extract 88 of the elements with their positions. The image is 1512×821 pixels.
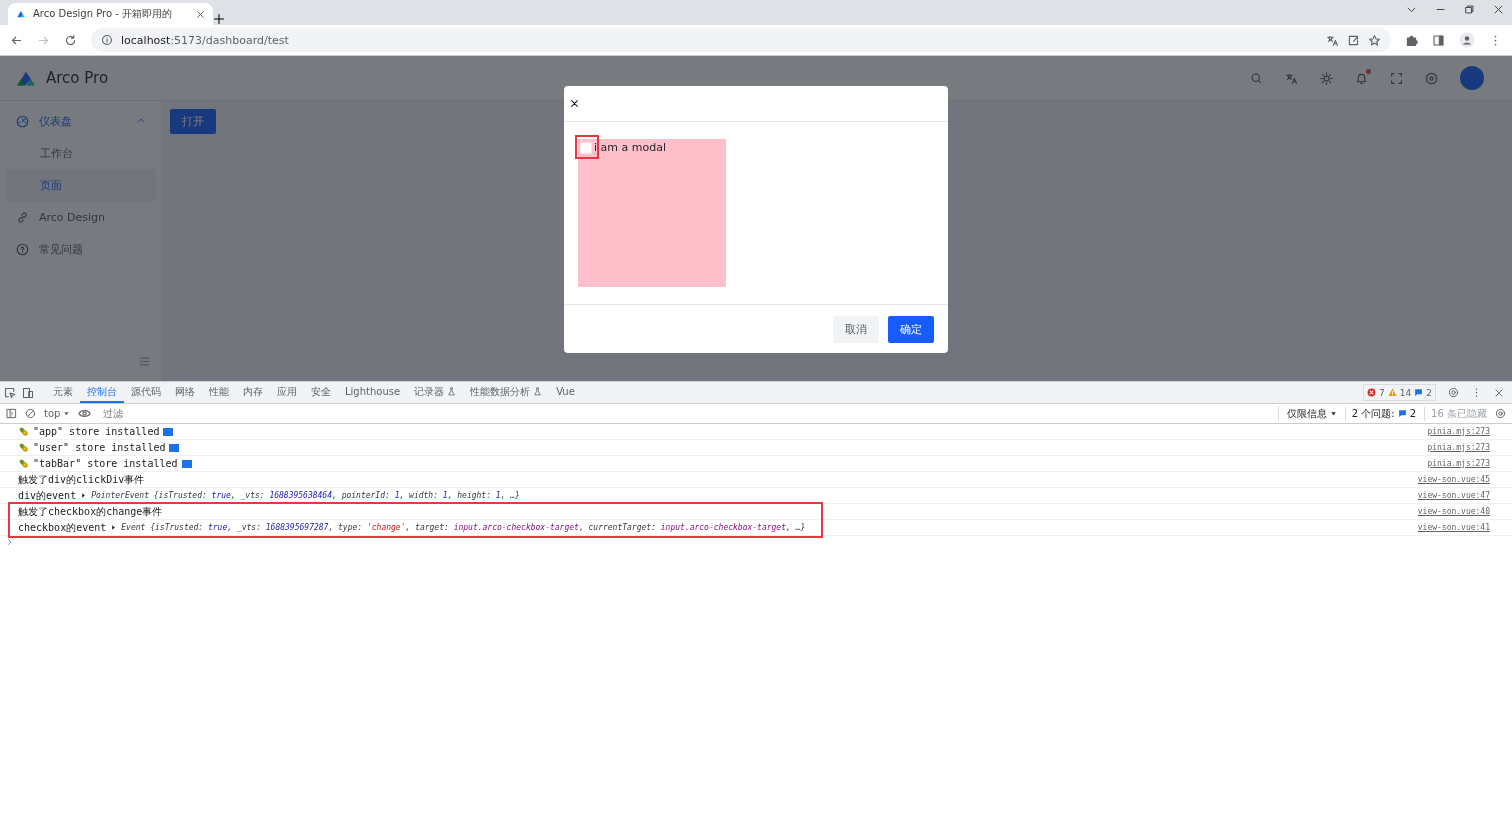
pineapple-icon: [18, 442, 29, 453]
close-icon[interactable]: [1493, 4, 1504, 15]
issues-button[interactable]: 2 个问题: 2: [1344, 406, 1417, 421]
bell-icon: [1355, 71, 1368, 85]
devtools-tab[interactable]: Vue: [549, 382, 582, 403]
clear-console-icon[interactable]: [25, 408, 36, 419]
pineapple-icon: [18, 458, 29, 469]
dashboard-icon: [16, 114, 29, 128]
sidebar-toggle-icon[interactable]: [6, 408, 17, 419]
source-link[interactable]: view-son.vue:41: [1417, 523, 1490, 532]
hidden-count: 16 条已隐藏: [1424, 406, 1487, 421]
info-icon: [101, 34, 113, 46]
vue-badge-icon: [169, 443, 180, 452]
devtools-tab[interactable]: 内存: [236, 382, 270, 403]
devtools-tab[interactable]: 元素: [46, 382, 80, 403]
translate-icon[interactable]: [1285, 71, 1298, 85]
source-link[interactable]: view-son.vue:45: [1417, 475, 1490, 484]
translate-icon[interactable]: [1326, 33, 1339, 47]
profile-icon[interactable]: [1459, 32, 1475, 48]
settings-icon[interactable]: [1495, 408, 1506, 419]
flask-icon: [447, 387, 457, 396]
log-message: "app" store installed: [33, 426, 160, 437]
source-link[interactable]: pinia.mjs:273: [1427, 443, 1490, 452]
error-icon: [1367, 388, 1377, 397]
log-message: "tabBar" store installed: [33, 458, 178, 469]
eye-icon[interactable]: [78, 407, 92, 420]
devtools-tab[interactable]: Lighthouse: [338, 382, 408, 403]
fullscreen-icon[interactable]: [1390, 71, 1403, 85]
log-message: 触发了checkbox的change事件: [18, 504, 163, 519]
warning-icon: [1387, 388, 1397, 397]
cancel-button[interactable]: 取消: [833, 315, 879, 343]
app-logo-text: Arco Pro: [46, 69, 109, 87]
sun-icon[interactable]: [1320, 71, 1333, 85]
devtools-tab[interactable]: 控制台: [80, 382, 124, 403]
context-selector[interactable]: top: [44, 408, 71, 419]
source-link[interactable]: pinia.mjs:273: [1427, 459, 1490, 468]
puzzle-icon[interactable]: [1405, 33, 1418, 47]
flask-icon: [533, 387, 543, 396]
notification-button[interactable]: [1355, 71, 1368, 85]
inspect-icon[interactable]: [4, 386, 16, 399]
log-label: checkbox的event: [18, 520, 107, 535]
star-icon[interactable]: [1368, 33, 1381, 47]
issue-counter[interactable]: 7 14 2: [1363, 384, 1436, 401]
browser-tab[interactable]: Arco Design Pro - 开箱即用的: [8, 3, 213, 25]
checkbox-label: i am a modal: [594, 141, 666, 154]
pineapple-icon: [18, 426, 29, 437]
vue-badge-icon: [163, 427, 174, 436]
vue-badge-icon: [181, 459, 192, 468]
source-link[interactable]: view-son.vue:47: [1417, 491, 1490, 500]
caret-icon: [63, 410, 71, 417]
devtools-tab[interactable]: 网络: [168, 382, 202, 403]
log-message: PointerEvent {isTrusted: true, _vts: 1688395638464, pointerId: 1, width: 1, height: 1, …}: [91, 491, 520, 500]
checkbox[interactable]: [580, 141, 592, 154]
close-icon[interactable]: [570, 99, 579, 108]
ok-button[interactable]: 确定: [888, 315, 934, 343]
help-icon: [16, 242, 29, 256]
address-bar[interactable]: localhost:5173/dashboard/test: [91, 28, 1391, 52]
log-levels-dropdown[interactable]: 仅限信息: [1286, 406, 1337, 421]
expand-arrow-icon[interactable]: [80, 492, 88, 499]
settings-icon[interactable]: [1425, 71, 1438, 85]
message-icon: [1397, 409, 1407, 418]
devtools-tab[interactable]: 性能数据分析: [463, 382, 550, 403]
chevron-up-icon: [136, 116, 146, 126]
reload-icon[interactable]: [64, 33, 77, 47]
settings-icon[interactable]: [1448, 387, 1459, 398]
restore-icon[interactable]: [1464, 4, 1475, 15]
log-message: 触发了div的clickDiv事件: [18, 472, 145, 487]
log-message: Event {isTrusted: true, _vts: 1688395697287, type: 'change', target: input.arco-checkbox-target, currentTarget: input.arco-checkbox-target, …}: [121, 523, 806, 532]
log-label: div的event: [18, 488, 77, 503]
message-icon: [1414, 388, 1424, 397]
caret-icon: [1329, 410, 1337, 417]
log-message: "user" store installed: [33, 442, 166, 453]
source-link[interactable]: view-son.vue:40: [1417, 507, 1490, 516]
devtools-tab[interactable]: 源代码: [124, 382, 168, 403]
devtools-tab[interactable]: 记录器: [407, 382, 464, 403]
link-icon: [16, 210, 29, 224]
share-icon[interactable]: [1347, 33, 1360, 47]
prompt-icon[interactable]: [6, 538, 14, 546]
source-link[interactable]: pinia.mjs:273: [1427, 427, 1490, 436]
devtools-tab[interactable]: 应用: [270, 382, 304, 403]
expand-arrow-icon[interactable]: [110, 524, 118, 531]
search-icon[interactable]: [1250, 71, 1263, 85]
device-toolbar-icon[interactable]: [22, 386, 34, 399]
new-tab-icon[interactable]: [213, 13, 225, 25]
devtools-tab[interactable]: 性能: [202, 382, 236, 403]
sidebar-icon[interactable]: [1432, 33, 1445, 47]
avatar[interactable]: [1460, 66, 1484, 90]
devtools-tab[interactable]: 安全: [304, 382, 338, 403]
